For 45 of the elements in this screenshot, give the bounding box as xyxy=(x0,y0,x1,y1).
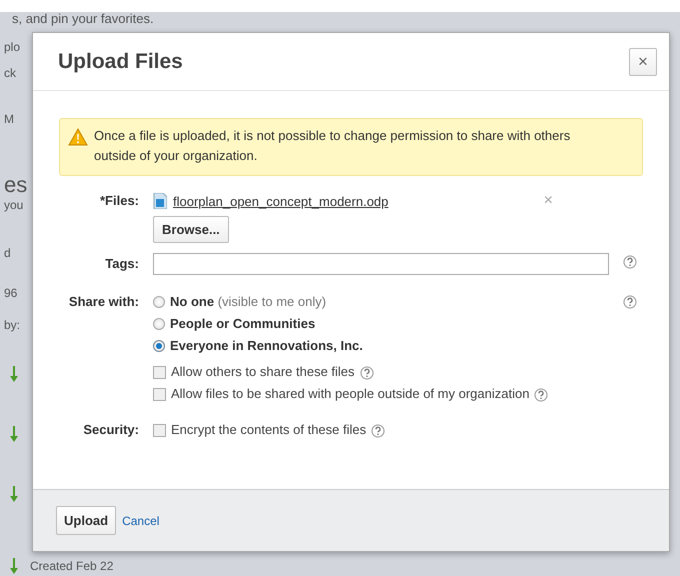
download-arrow-icon xyxy=(10,366,18,382)
browse-button[interactable]: Browse... xyxy=(153,216,229,243)
background-text: s, and pin your favorites. xyxy=(11,12,155,28)
background-text: es xyxy=(3,174,28,196)
checkbox-label: Allow others to share these files xyxy=(171,363,355,381)
checkbox-label: Encrypt the contents of these files xyxy=(171,421,366,439)
field-label: Share with: xyxy=(68,293,139,311)
field-label: *Files: xyxy=(98,192,139,210)
help-icon[interactable] xyxy=(360,366,374,380)
cancel-link[interactable]: Cancel xyxy=(122,514,160,528)
tags-field[interactable] xyxy=(153,253,609,275)
background-text: M xyxy=(3,112,15,126)
radio-label: People or Communities xyxy=(170,315,316,333)
help-icon[interactable] xyxy=(371,424,386,438)
radio-label: No one (visible to me only) xyxy=(170,293,326,311)
background-text: plo xyxy=(3,40,22,54)
radio-button[interactable] xyxy=(153,340,165,352)
download-arrow-icon xyxy=(10,558,18,574)
checkbox[interactable] xyxy=(153,366,166,378)
created-date: Created Feb 22 xyxy=(29,559,114,573)
background-text: you xyxy=(3,198,24,212)
radio-button[interactable] xyxy=(153,318,165,330)
background-text: ck xyxy=(3,66,17,80)
checkbox[interactable] xyxy=(153,424,166,436)
background-text: d xyxy=(3,246,12,260)
background-text: 96 xyxy=(3,286,18,300)
radio-button[interactable] xyxy=(153,296,165,308)
help-icon[interactable] xyxy=(623,255,637,269)
download-arrow-icon xyxy=(10,426,18,442)
download-arrow-icon xyxy=(10,486,18,502)
help-icon[interactable] xyxy=(534,388,548,402)
dialog-title: Upload Files xyxy=(58,50,183,74)
help-icon[interactable] xyxy=(623,295,637,309)
checkbox-label: Allow files to be shared with people outside of my organization xyxy=(171,385,530,403)
upload-button[interactable]: Upload xyxy=(56,506,116,535)
field-label: Tags: xyxy=(104,255,139,273)
close-button[interactable]: × xyxy=(629,48,657,76)
field-label: Security: xyxy=(82,421,139,439)
checkbox[interactable] xyxy=(153,388,166,400)
warning-icon xyxy=(68,128,88,146)
background-text: by: xyxy=(3,318,22,332)
document-icon xyxy=(153,193,167,209)
file-link[interactable]: floorplan_open_concept_modern.odp xyxy=(173,194,388,208)
warning-text: Once a file is uploaded, it is not possible to change permission to share with others outside of your organization. xyxy=(94,127,572,165)
radio-label: Everyone in Rennovations, Inc. xyxy=(170,337,363,355)
